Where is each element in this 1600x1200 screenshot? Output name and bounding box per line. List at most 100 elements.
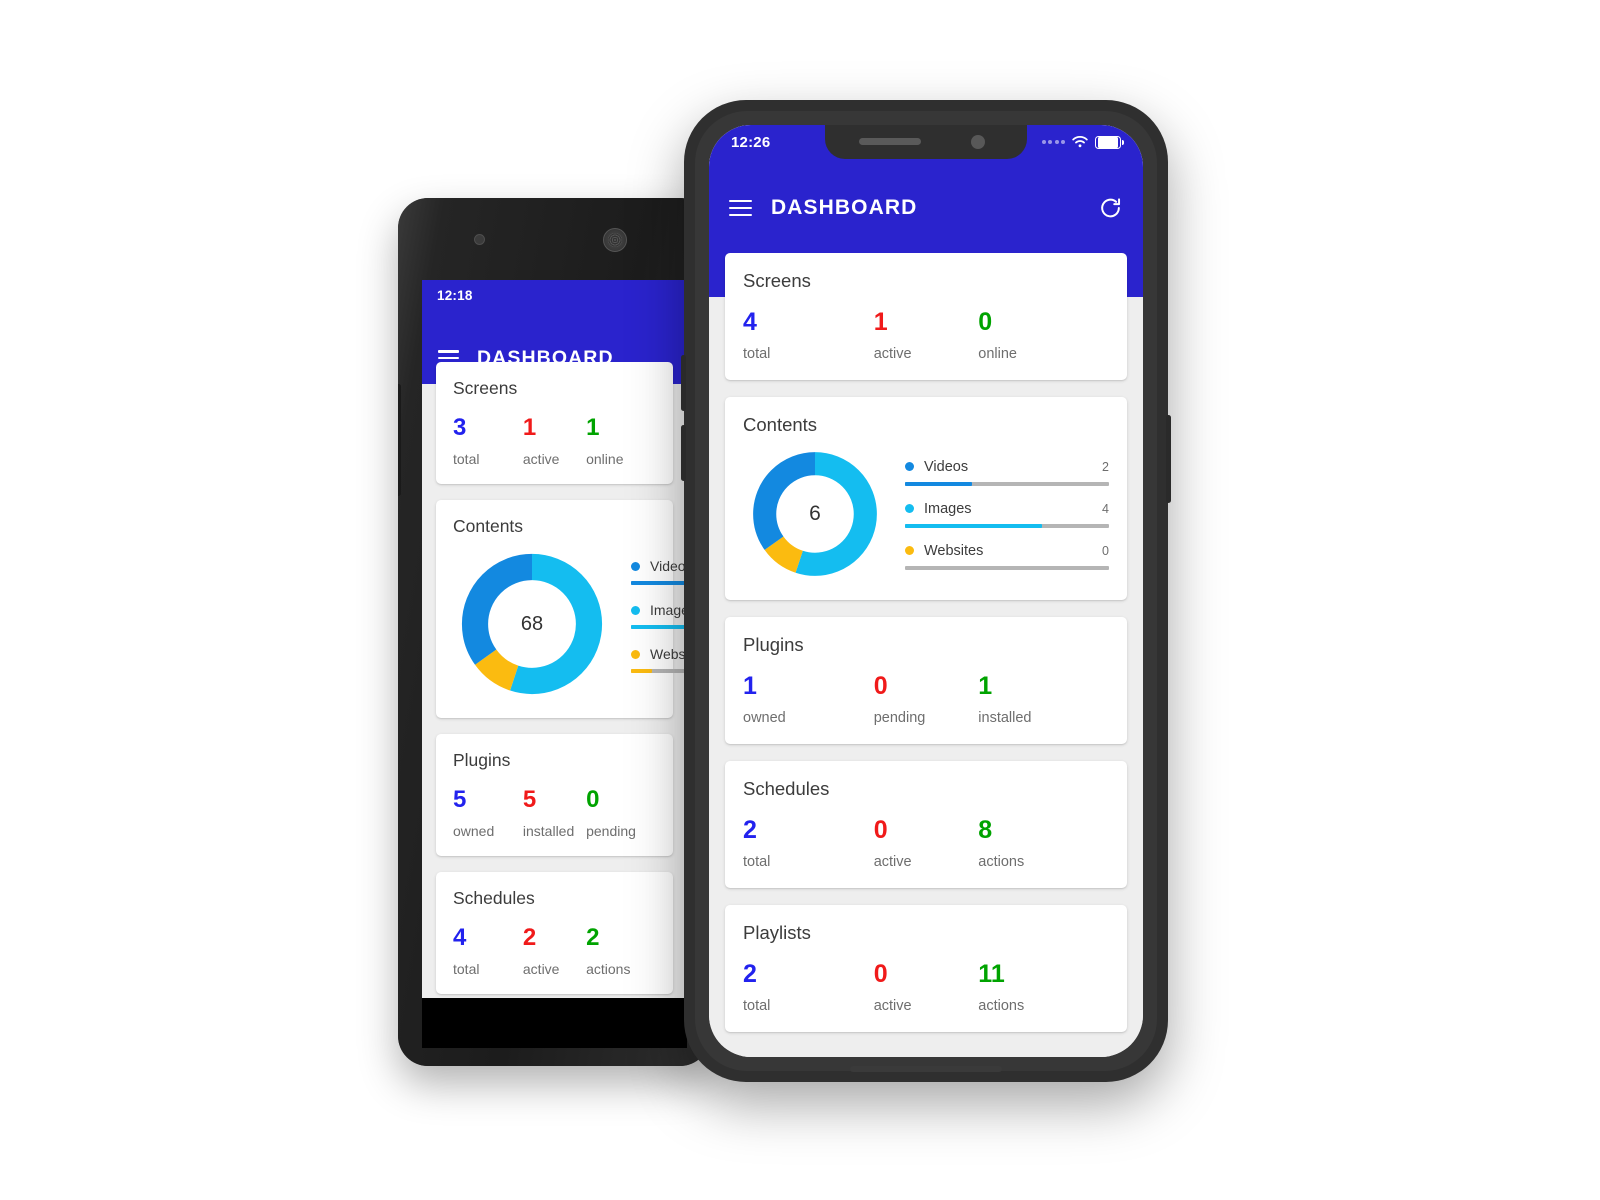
card-title: Plugins [743,634,804,655]
legend-row-images: Images [631,602,687,629]
stat-value: 1 [586,414,600,441]
stat-total: 4 total [743,310,874,363]
stat-value: 8 [978,816,993,844]
stat-value: 11 [978,960,1005,988]
stat-label: total [743,998,771,1014]
iphone-mockup: 12:26 DASHBOARD Screens 4 total 1 active… [681,100,1171,1082]
stat-value: 1 [743,672,757,700]
stat-owned: 5 owned [453,786,523,840]
stat-row: 2 total 0 active 8 actions [743,816,1109,871]
stat-label: pending [873,710,926,726]
stat-value: 0 [586,786,600,813]
page-title: DASHBOARD [771,196,918,219]
legend-bar-track [905,565,1109,570]
legend-dot-images [905,504,914,513]
stat-label: owned [453,823,495,839]
status-bar-time: 12:18 [437,287,473,303]
stat-label: active [873,998,912,1014]
stat-label: active [522,451,560,467]
stat-label: installed [522,823,575,839]
stat-label: total [453,961,480,977]
stat-value: 2 [522,924,537,951]
iphone-screen: 12:26 DASHBOARD Screens 4 total 1 active… [709,125,1143,1057]
card-title: Schedules [453,888,535,908]
legend-label: Images [924,500,972,517]
contents-body: 68 Videos [453,547,687,701]
stat-total: 2 total [743,962,874,1015]
stat-value: 5 [522,786,537,813]
home-indicator[interactable] [850,1066,1002,1072]
donut-center-value: 68 [520,612,544,635]
stat-value: 0 [873,672,888,700]
wifi-icon [1072,135,1088,148]
iphone-power-button[interactable] [1166,415,1171,503]
card-schedules[interactable]: Schedules 2 total 0 active 8 actions [725,761,1127,888]
card-title: Plugins [453,750,511,770]
legend-value: 0 [1102,543,1109,558]
stat-installed: 1 installed [978,672,1109,727]
legend-dot-videos [631,561,640,571]
android-card-list[interactable]: Screens 3 total 1 active 1 online Conten… [422,362,687,998]
card-playlists[interactable]: Playlists 2 total 0 active 11 actions [725,905,1127,1032]
android-volume-button[interactable] [398,384,401,496]
legend-row-websites: Websites 0 [905,543,1109,570]
stat-label: online [978,346,1017,362]
iphone-card-list[interactable]: Screens 4 total 1 active 0 online Conten… [709,253,1143,1057]
earpiece-speaker-icon [603,228,627,252]
stat-value: 0 [978,308,993,336]
android-screen: 12:18 DASHBOARD Screens 3 total 1 active… [422,280,687,998]
legend-label: Videos [650,558,687,574]
stat-actions: 8 actions [978,816,1109,871]
screenshot-stage: 12:18 DASHBOARD Screens 3 total 1 active… [0,0,1600,1200]
stat-value: 5 [453,786,467,813]
status-bar-indicators [1041,135,1125,149]
legend-bar-fill [631,581,687,585]
stat-row: 3 total 1 active 1 online [453,414,656,468]
stat-label: total [743,854,771,870]
card-screens[interactable]: Screens 3 total 1 active 1 online [436,362,673,484]
legend-bar-track [631,625,687,629]
stat-label: active [873,346,912,362]
stat-label: total [453,451,480,467]
stat-active: 1 active [522,416,586,468]
refresh-icon[interactable] [1098,196,1123,221]
stat-label: installed [978,710,1032,726]
stat-label: online [586,451,624,467]
legend-bar-track [905,481,1109,486]
stat-active: 2 active [522,924,586,978]
iphone-volume-up-button[interactable] [681,355,686,411]
card-plugins[interactable]: Plugins 5 owned 5 installed 0 pending [436,734,673,856]
stat-label: actions [978,998,1025,1014]
card-schedules[interactable]: Schedules 4 total 2 active 2 actions [436,872,673,994]
card-plugins[interactable]: Plugins 1 owned 0 pending 1 installed [725,617,1127,744]
signal-dots-icon [1041,140,1065,144]
iphone-volume-down-button[interactable] [681,425,686,481]
android-phone-mockup: 12:18 DASHBOARD Screens 3 total 1 active… [398,198,710,1066]
contents-body: 6 Videos 2 Images 4 Websites 0 [743,446,1109,582]
iphone-app-bar: DASHBOARD [709,179,1143,237]
stat-value: 0 [873,960,888,988]
card-title: Screens [453,378,518,398]
legend-label: Websites [650,646,687,662]
stat-value: 0 [873,816,888,844]
stat-value: 1 [978,672,993,700]
battery-icon [1095,135,1125,149]
legend-row-websites: Websites [631,646,687,673]
legend-bar-track [905,523,1109,528]
card-contents[interactable]: Contents 68 Video Imag Webs [436,500,687,718]
legend-value: 2 [1102,459,1109,474]
stat-pending: 0 pending [873,672,979,727]
card-contents[interactable]: Contents 6 Videos 2 Images 4 Websites 0 [725,397,1127,600]
card-screens[interactable]: Screens 4 total 1 active 0 online [725,253,1127,380]
front-camera-icon [971,135,985,149]
stat-value: 4 [453,924,467,951]
hamburger-menu-icon[interactable] [729,199,752,217]
legend-bar-fill [631,669,653,673]
stat-active: 1 active [873,310,979,363]
stat-label: pending [586,823,636,839]
android-app: 12:18 DASHBOARD Screens 3 total 1 active… [422,280,687,998]
iphone-app: 12:26 DASHBOARD Screens 4 total 1 active… [709,125,1143,1057]
legend-label: Images [650,602,687,618]
contents-donut-chart: 6 [747,446,883,582]
stat-owned: 1 owned [743,672,874,727]
